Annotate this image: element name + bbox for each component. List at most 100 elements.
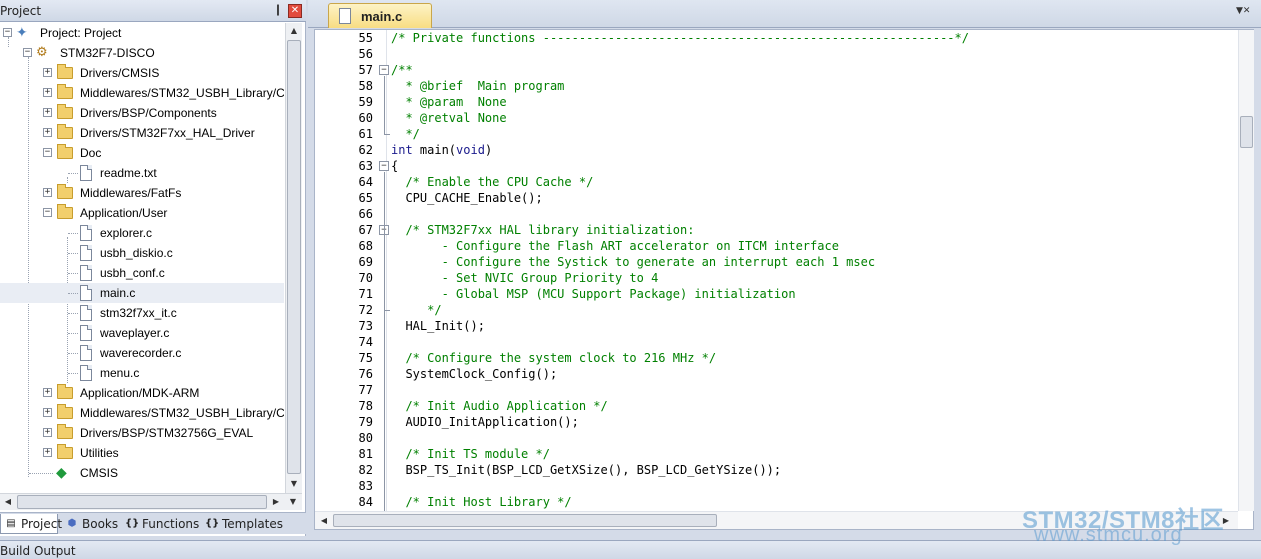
tree-item-folder[interactable]: + Drivers/BSP/STM32756G_EVAL — [0, 423, 284, 443]
tree-item-file[interactable]: explorer.c — [0, 223, 284, 243]
scroll-thumb[interactable] — [287, 40, 301, 474]
code-line[interactable]: 56 — [315, 46, 1255, 62]
expand-toggle[interactable]: + — [43, 188, 52, 197]
code-line[interactable]: 71 - Global MSP (MCU Support Package) in… — [315, 286, 1255, 302]
code-line[interactable]: 81 /* Init TS module */ — [315, 446, 1255, 462]
tree-item-folder[interactable]: − Doc — [0, 143, 284, 163]
tree-vertical-scrollbar[interactable]: ▲ ▼ — [285, 23, 302, 493]
tree-item-folder[interactable]: + Middlewares/STM32_USBH_Library/Cla — [0, 403, 284, 423]
code-line[interactable]: 70 - Set NVIC Group Priority to 4 — [315, 270, 1255, 286]
tree-line — [68, 333, 78, 334]
scroll-thumb[interactable] — [333, 514, 717, 527]
code-line[interactable]: 79 AUDIO_InitApplication(); — [315, 414, 1255, 430]
code-line[interactable]: 83 — [315, 478, 1255, 494]
expand-toggle[interactable]: + — [43, 388, 52, 397]
code-line[interactable]: 58 * @brief Main program — [315, 78, 1255, 94]
code-lines[interactable]: 55 /* Private functions -----------------… — [315, 30, 1255, 511]
line-number: 78 — [358, 399, 373, 413]
tree-horizontal-scrollbar[interactable]: ◀ ▶ ▼ — [0, 493, 302, 510]
expand-toggle[interactable]: + — [43, 408, 52, 417]
tree-item-folder[interactable]: + Drivers/STM32F7xx_HAL_Driver — [0, 123, 284, 143]
code-line[interactable]: 84 /* Init Host Library */ — [315, 494, 1255, 510]
collapse-toggle[interactable]: − — [43, 208, 52, 217]
code-comment: - Configure the Systick to generate an i… — [391, 255, 876, 269]
code-line[interactable]: 57−/** — [315, 62, 1255, 78]
code-line[interactable]: 60 * @retval None — [315, 110, 1255, 126]
close-icon[interactable]: ✕ — [288, 4, 302, 18]
tab-templates[interactable]: {} Templates — [202, 514, 286, 534]
code-line[interactable]: 80 — [315, 430, 1255, 446]
tree-item-label: Middlewares/STM32_USBH_Library/Cla — [80, 406, 284, 420]
code-line[interactable]: 67− /* STM32F7xx HAL library initializat… — [315, 222, 1255, 238]
code-line[interactable]: 65 CPU_CACHE_Enable(); — [315, 190, 1255, 206]
editor-vertical-scrollbar[interactable] — [1238, 30, 1254, 511]
tree-item-folder[interactable]: + Drivers/BSP/Components — [0, 103, 284, 123]
expand-toggle[interactable]: + — [43, 128, 52, 137]
build-output-bar[interactable]: Build Output — [0, 540, 1261, 559]
code-line[interactable]: 69 - Configure the Systick to generate a… — [315, 254, 1255, 270]
editor-horizontal-scrollbar[interactable]: ◀ ▶ — [315, 511, 1238, 529]
tab-list-icon[interactable]: ▼✕ — [1236, 6, 1250, 20]
tree-item-file[interactable]: waverecorder.c — [0, 343, 284, 363]
expand-toggle[interactable]: + — [43, 88, 52, 97]
tree-item-file[interactable]: readme.txt — [0, 163, 284, 183]
collapse-toggle[interactable]: − — [23, 48, 32, 57]
expand-toggle[interactable]: + — [43, 448, 52, 457]
tab-project[interactable]: ▤ Project — [0, 514, 62, 534]
scroll-down-icon[interactable]: ▼ — [285, 494, 301, 510]
collapse-toggle[interactable]: − — [3, 28, 12, 37]
line-number: 74 — [358, 335, 373, 349]
scroll-up-icon[interactable]: ▲ — [286, 23, 302, 39]
collapse-toggle[interactable]: − — [43, 148, 52, 157]
tree-item-folder[interactable]: + Application/MDK-ARM — [0, 383, 284, 403]
tree-line — [68, 353, 78, 354]
tree-item-folder[interactable]: + Utilities — [0, 443, 284, 463]
scroll-right-icon[interactable]: ▶ — [268, 494, 284, 510]
scroll-down-icon[interactable]: ▼ — [286, 476, 302, 492]
code-editor[interactable]: 55 /* Private functions -----------------… — [314, 29, 1254, 530]
code-line[interactable]: 72 */ — [315, 302, 1255, 318]
code-line[interactable]: 59 * @param None — [315, 94, 1255, 110]
tree-item-file[interactable]: menu.c — [0, 363, 284, 383]
tree-item-component[interactable]: ◆ CMSIS — [0, 463, 284, 483]
tree-item-file-selected[interactable]: main.c — [0, 283, 284, 303]
fold-toggle-icon[interactable]: − — [379, 161, 389, 171]
expand-toggle[interactable]: + — [43, 68, 52, 77]
code-line[interactable]: 63−{ — [315, 158, 1255, 174]
code-line[interactable]: 64 /* Enable the CPU Cache */ — [315, 174, 1255, 190]
scroll-left-icon[interactable]: ◀ — [316, 513, 332, 529]
scroll-thumb[interactable] — [17, 495, 267, 509]
tree-item-file[interactable]: waveplayer.c — [0, 323, 284, 343]
code-line[interactable]: 61 */ — [315, 126, 1255, 142]
code-line[interactable]: 78 /* Init Audio Application */ — [315, 398, 1255, 414]
tree-item-file[interactable]: stm32f7xx_it.c — [0, 303, 284, 323]
tab-books[interactable]: ⬢ Books — [62, 514, 119, 534]
scroll-thumb[interactable] — [1240, 116, 1253, 148]
tree-item-folder[interactable]: + Middlewares/FatFs — [0, 183, 284, 203]
fold-toggle-icon[interactable]: − — [379, 65, 389, 75]
code-line[interactable]: 62 int main(void) — [315, 142, 1255, 158]
code-line[interactable]: 66 — [315, 206, 1255, 222]
expand-toggle[interactable]: + — [43, 108, 52, 117]
code-line[interactable]: 55 /* Private functions -----------------… — [315, 30, 1255, 46]
tree-item-folder[interactable]: + Middlewares/STM32_USBH_Library/Co — [0, 83, 284, 103]
pin-icon[interactable]: ❙ — [271, 3, 285, 17]
tree-item-file[interactable]: usbh_diskio.c — [0, 243, 284, 263]
code-line[interactable]: 82 BSP_TS_Init(BSP_LCD_GetXSize(), BSP_L… — [315, 462, 1255, 478]
tree-item-folder[interactable]: + Drivers/CMSIS — [0, 63, 284, 83]
code-line[interactable]: 75 /* Configure the system clock to 216 … — [315, 350, 1255, 366]
code-line[interactable]: 76 SystemClock_Config(); — [315, 366, 1255, 382]
tree-item-folder[interactable]: − Application/User — [0, 203, 284, 223]
tab-functions[interactable]: {} Functions — [122, 514, 199, 534]
scroll-left-icon[interactable]: ◀ — [0, 494, 16, 510]
tree-item-project[interactable]: − ✦ Project: Project — [0, 23, 284, 43]
expand-toggle[interactable]: + — [43, 428, 52, 437]
tree-item-target[interactable]: − ⚙ STM32F7-DISCO — [0, 43, 284, 63]
tree-item-file[interactable]: usbh_conf.c — [0, 263, 284, 283]
scroll-right-icon[interactable]: ▶ — [1218, 513, 1234, 529]
tab-main-c[interactable]: main.c — [328, 3, 432, 28]
code-line[interactable]: 77 — [315, 382, 1255, 398]
code-line[interactable]: 68 - Configure the Flash ART accelerator… — [315, 238, 1255, 254]
code-line[interactable]: 73 HAL_Init(); — [315, 318, 1255, 334]
code-line[interactable]: 74 — [315, 334, 1255, 350]
